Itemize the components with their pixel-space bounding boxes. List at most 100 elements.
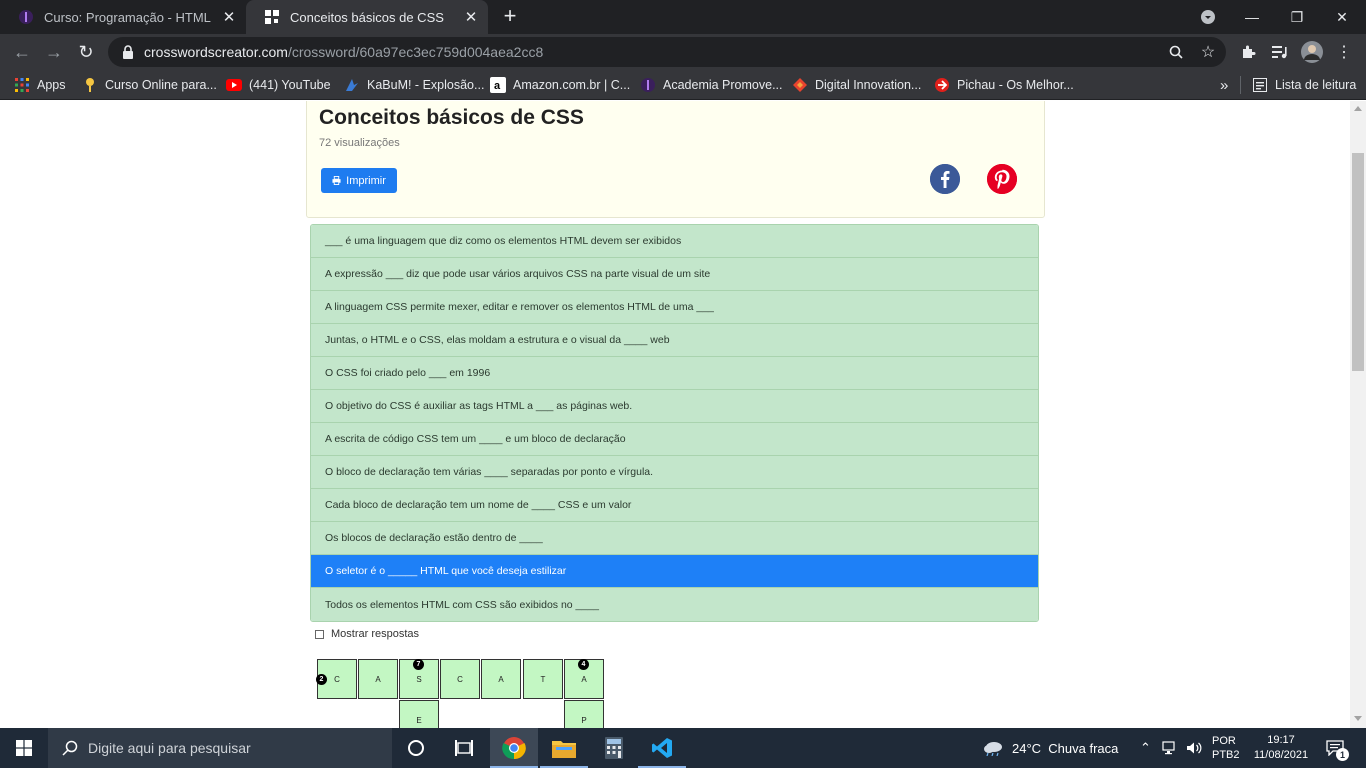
weather-widget[interactable]: 24°C Chuva fraca [982,728,1118,768]
network-icon[interactable] [1162,728,1178,768]
bookmark-apps[interactable]: Apps [14,76,66,94]
reload-icon[interactable]: ↻ [72,38,100,66]
apps-grid-icon [14,77,30,93]
notification-count: 1 [1336,748,1349,761]
bookmarks-divider [1240,76,1241,94]
tab-title: Curso: Programação - HTML e CSS [44,9,212,25]
clue-number-badge: 4 [578,659,589,670]
bookmark-kabum[interactable]: KaBuM! - Explosão... [344,76,484,94]
show-answers-checkbox[interactable] [315,629,324,639]
search-placeholder: Digite aqui para pesquisar [88,740,251,756]
pinterest-share-icon[interactable] [987,164,1017,194]
clue-item[interactable]: A expressão ___ diz que pode usar vários… [311,258,1038,291]
reading-list-icon [1252,77,1268,93]
bookmark-youtube[interactable]: (441) YouTube [226,76,331,94]
grid-cell[interactable]: A [481,659,521,699]
clue-item[interactable]: O bloco de declaração tem várias ____ se… [311,456,1038,489]
academia-icon [640,77,656,93]
clue-item[interactable]: Juntas, o HTML e o CSS, elas moldam a es… [311,324,1038,357]
media-queue-icon[interactable] [1266,38,1294,66]
svg-text:a: a [494,80,501,92]
new-tab-button[interactable]: + [498,5,522,29]
close-tab-icon[interactable]: ✕ [454,8,488,26]
kabum-icon [344,77,360,93]
browser-toolbar: ← → ↻ crosswordscreator.com/crossword/60… [0,34,1366,70]
avatar[interactable] [1298,38,1326,66]
grid-cell[interactable]: T [523,659,563,699]
bookmark-curso-online[interactable]: Curso Online para... [82,76,217,94]
tray-chevron-up-icon[interactable]: ⌃ [1140,728,1151,768]
task-view-icon[interactable] [440,728,488,768]
bookmarks-bar: Apps Curso Online para... (441) YouTube … [0,70,1366,100]
tab-crossword[interactable]: Conceitos básicos de CSS ✕ [246,0,488,34]
restore-icon[interactable]: ❐ [1275,0,1319,34]
course-favicon-icon [18,9,34,25]
grid-cell[interactable]: P [564,700,604,728]
file-explorer-icon[interactable] [540,728,588,768]
page-scrollbar[interactable] [1350,101,1366,728]
bookmark-academia[interactable]: Academia Promove... [640,76,783,94]
scroll-up-arrow-icon[interactable] [1354,106,1362,111]
clue-item[interactable]: O objetivo do CSS é auxiliar as tags HTM… [311,390,1038,423]
search-icon [62,740,78,756]
pichau-icon [934,77,950,93]
cloud-rain-icon [982,740,1004,756]
bookmark-label: Curso Online para... [105,78,217,92]
bookmark-digital-innovation[interactable]: Digital Innovation... [792,76,921,94]
tab-course[interactable]: Curso: Programação - HTML e CSS ✕ [0,0,246,34]
bookmark-label: Amazon.com.br | C... [513,78,631,92]
kebab-menu-icon[interactable]: ⋮ [1330,38,1358,66]
chrome-taskbar-icon[interactable] [490,728,538,768]
zoom-search-icon[interactable] [1162,38,1190,66]
extensions-puzzle-icon[interactable] [1234,38,1262,66]
back-arrow-icon[interactable]: ← [8,38,36,66]
print-label: Imprimir [346,174,386,187]
volume-icon[interactable] [1186,728,1202,768]
minimize-icon[interactable]: — [1230,0,1274,34]
bookmark-pichau[interactable]: Pichau - Os Melhor... [934,76,1074,94]
clue-item[interactable]: Todos os elementos HTML com CSS são exib… [311,588,1038,621]
bookmarks-overflow-button[interactable]: » [1220,76,1228,94]
clue-item[interactable]: Cada bloco de declaração tem um nome de … [311,489,1038,522]
scroll-down-arrow-icon[interactable] [1354,716,1362,721]
close-window-icon[interactable]: ✕ [1320,0,1364,34]
reading-list-button[interactable]: Lista de leitura [1252,76,1356,94]
print-button[interactable]: Imprimir [321,168,397,193]
course-icon [82,77,98,93]
bookmark-amazon[interactable]: a Amazon.com.br | C... [490,76,630,94]
clue-item[interactable]: A escrita de código CSS tem um ____ e um… [311,423,1038,456]
browser-tab-strip: Curso: Programação - HTML e CSS ✕ Concei… [0,0,1366,34]
clue-item[interactable]: A linguagem CSS permite mexer, editar e … [311,291,1038,324]
bookmark-label: Academia Promove... [663,78,783,92]
scrollbar-thumb[interactable] [1352,153,1364,371]
facebook-share-icon[interactable] [930,164,960,194]
vscode-icon[interactable] [638,728,686,768]
taskbar-search-input[interactable]: Digite aqui para pesquisar [48,728,392,768]
notification-center-icon[interactable]: 1 [1322,728,1349,768]
bookmark-label: KaBuM! - Explosão... [367,78,485,92]
cortana-icon[interactable] [392,728,440,768]
grid-cell[interactable]: A [358,659,398,699]
grid-cell[interactable]: C [440,659,480,699]
clock[interactable]: 19:17 11/08/2021 [1250,728,1312,768]
profile-menu-icon[interactable] [1186,0,1230,34]
clue-item-active[interactable]: O seletor é o _____ HTML que você deseja… [311,555,1038,588]
windows-start-icon[interactable] [0,728,48,768]
language-indicator[interactable]: POR PTB2 [1212,728,1240,768]
puzzle-header-card: Conceitos básicos de CSS 72 visualizaçõe… [306,101,1045,218]
bookmark-star-icon[interactable]: ☆ [1194,38,1222,66]
clue-item[interactable]: ___ é uma linguagem que diz como os elem… [311,225,1038,258]
amazon-icon: a [490,77,506,93]
grid-cell[interactable]: E [399,700,439,728]
clue-item[interactable]: Os blocos de declaração estão dentro de … [311,522,1038,555]
clue-number-badge: 2 [316,674,327,685]
page-content: Conceitos básicos de CSS 72 visualizaçõe… [0,101,1350,728]
address-bar[interactable]: crosswordscreator.com/crossword/60a97ec3… [108,37,1226,67]
weather-text: 24°C Chuva fraca [1012,740,1119,756]
close-tab-icon[interactable]: ✕ [212,8,246,26]
show-answers-toggle[interactable]: Mostrar respostas [315,628,419,640]
forward-arrow-icon[interactable]: → [40,38,68,66]
clue-item[interactable]: O CSS foi criado pelo ___ em 1996 [311,357,1038,390]
calculator-icon[interactable] [590,728,638,768]
keyboard-layout: PTB2 [1212,749,1240,761]
